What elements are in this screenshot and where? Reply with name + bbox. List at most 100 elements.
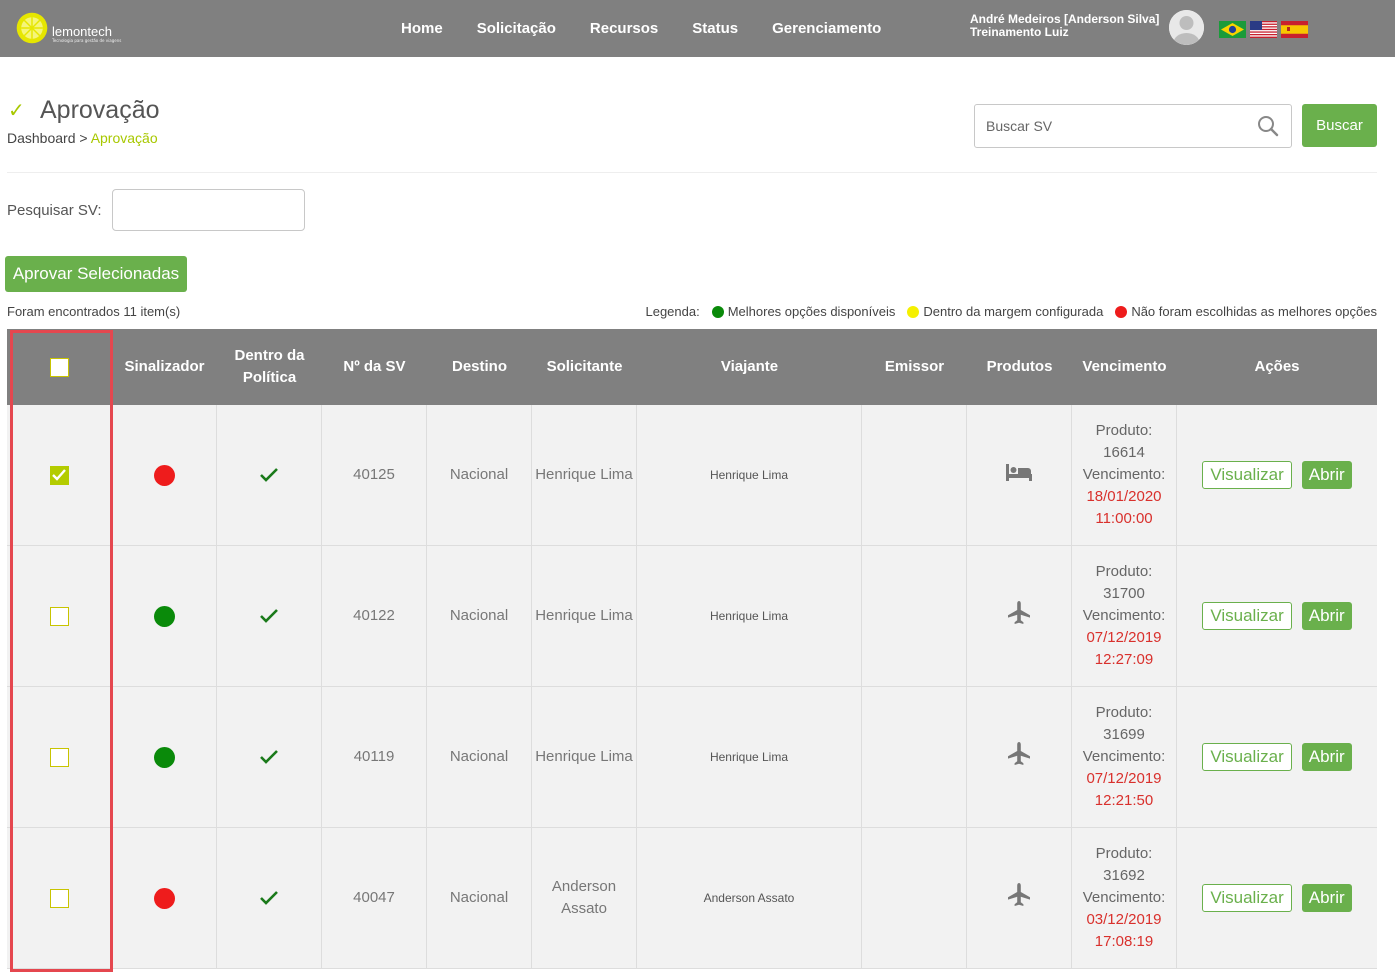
vencimento-time: 12:21:50: [1094, 792, 1154, 809]
sinalizador-cell: [112, 546, 217, 686]
row-checkbox[interactable]: [49, 747, 69, 767]
usa-flag-icon[interactable]: [1250, 21, 1277, 38]
vencimento-cell: Produto: 31692 Vencimento: 03/12/2019 17…: [1072, 828, 1177, 968]
bed-icon: [1005, 462, 1033, 489]
produto-label: Produto:: [1095, 422, 1153, 439]
header-emissor[interactable]: Emissor: [862, 329, 967, 405]
vencimento-time: 12:27:09: [1094, 651, 1154, 668]
produto-number: 31699: [1103, 726, 1145, 743]
sv-number[interactable]: 40047: [322, 828, 427, 968]
select-cell: [7, 405, 112, 545]
row-checkbox[interactable]: [49, 606, 69, 626]
plane-icon: [1006, 600, 1032, 633]
main-nav: Home Solicitação Recursos Status Gerenci…: [384, 0, 898, 57]
breadcrumb-separator: >: [75, 130, 91, 146]
header-numero-sv[interactable]: Nº da SV: [322, 329, 427, 405]
user-org: Treinamento Luiz: [970, 25, 1069, 39]
table-row[interactable]: 40125 Nacional Henrique Lima Henrique Li…: [7, 405, 1377, 546]
legend-red-label: Não foram escolhidas as melhores opções: [1131, 304, 1377, 319]
politica-cell: [217, 405, 322, 545]
viajante-cell: Henrique Lima: [637, 687, 862, 827]
sinalizador-cell: [112, 687, 217, 827]
visualizar-button[interactable]: Visualizar: [1202, 743, 1292, 771]
nav-solicitacao[interactable]: Solicitação: [477, 20, 556, 37]
produto-number: 31700: [1103, 585, 1145, 602]
politica-cell: [217, 687, 322, 827]
table-row[interactable]: 40122 Nacional Henrique Lima Henrique Li…: [7, 546, 1377, 687]
header-destino[interactable]: Destino: [427, 329, 532, 405]
vencimento-date: 18/01/2020: [1086, 488, 1162, 505]
user-info[interactable]: André Medeiros [Anderson Silva] Treiname…: [970, 13, 1159, 39]
visualizar-button[interactable]: Visualizar: [1202, 461, 1292, 489]
row-checkbox[interactable]: [49, 465, 69, 485]
approve-selected-button[interactable]: Aprovar Selecionadas: [5, 256, 187, 292]
header-solicitante[interactable]: Solicitante: [532, 329, 637, 405]
produtos-cell: [967, 405, 1072, 545]
table-row[interactable]: 40047 Nacional Anderson Assato Anderson …: [7, 828, 1377, 969]
destino-cell: Nacional: [427, 828, 532, 968]
brazil-flag-icon[interactable]: [1219, 21, 1246, 38]
destino-cell: Nacional: [427, 546, 532, 686]
vencimento-label: Vencimento:: [1082, 607, 1166, 624]
top-bar: lemontech Tecnologia para gestão de viag…: [0, 0, 1395, 57]
table-body: 40125 Nacional Henrique Lima Henrique Li…: [7, 405, 1377, 969]
produtos-cell: [967, 828, 1072, 968]
abrir-button[interactable]: Abrir: [1301, 602, 1352, 630]
header-dentro-politica[interactable]: Dentro da Política: [217, 329, 322, 405]
select-cell: [7, 828, 112, 968]
breadcrumb-dashboard[interactable]: Dashboard: [7, 130, 76, 146]
abrir-button[interactable]: Abrir: [1301, 461, 1352, 489]
nav-gerenciamento[interactable]: Gerenciamento: [772, 20, 881, 37]
search-icon[interactable]: [1257, 115, 1279, 137]
table-row[interactable]: 40119 Nacional Henrique Lima Henrique Li…: [7, 687, 1377, 828]
emissor-cell: [862, 546, 967, 686]
header-produtos[interactable]: Produtos: [967, 329, 1072, 405]
vencimento-cell: Produto: 31700 Vencimento: 07/12/2019 12…: [1072, 546, 1177, 686]
buscar-button[interactable]: Buscar: [1302, 104, 1377, 147]
vencimento-cell: Produto: 31699 Vencimento: 07/12/2019 12…: [1072, 687, 1177, 827]
vencimento-label: Vencimento:: [1082, 748, 1166, 765]
abrir-button[interactable]: Abrir: [1301, 884, 1352, 912]
breadcrumb: Dashboard > Aprovação: [7, 130, 158, 146]
nav-recursos[interactable]: Recursos: [590, 20, 658, 37]
sv-number[interactable]: 40119: [322, 687, 427, 827]
legend-green-label: Melhores opções disponíveis: [727, 304, 896, 319]
header-viajante[interactable]: Viajante: [637, 329, 862, 405]
pesquisar-sv-input[interactable]: [112, 189, 305, 231]
visualizar-button[interactable]: Visualizar: [1202, 602, 1292, 630]
select-all-checkbox[interactable]: [50, 357, 69, 377]
spain-flag-icon[interactable]: [1281, 21, 1308, 38]
header-sinalizador[interactable]: Sinalizador: [112, 329, 217, 405]
nav-home[interactable]: Home: [401, 20, 443, 37]
avatar[interactable]: [1169, 10, 1204, 45]
sinalizador-cell: [112, 405, 217, 545]
sv-number[interactable]: 40125: [322, 405, 427, 545]
produto-label: Produto:: [1095, 845, 1153, 862]
acoes-cell: Visualizar Abrir: [1177, 405, 1377, 545]
sinalizador-cell: [112, 828, 217, 968]
row-checkbox[interactable]: [49, 888, 69, 908]
user-avatar-icon: [1169, 10, 1204, 45]
select-cell: [7, 546, 112, 686]
abrir-button[interactable]: Abrir: [1301, 743, 1352, 771]
produto-label: Produto:: [1095, 704, 1153, 721]
politica-cell: [217, 546, 322, 686]
vencimento-date: 07/12/2019: [1086, 629, 1162, 646]
header-acoes: Ações: [1254, 358, 1300, 375]
select-cell: [7, 687, 112, 827]
solicitante-cell: Henrique Lima: [532, 546, 637, 686]
breadcrumb-current: Aprovação: [90, 130, 158, 146]
header-vencimento[interactable]: Vencimento: [1072, 329, 1177, 405]
policy-check-icon: [260, 468, 278, 482]
acoes-cell: Visualizar Abrir: [1177, 546, 1377, 686]
sv-number[interactable]: 40122: [322, 546, 427, 686]
lemontech-logo[interactable]: lemontech Tecnologia para gestão de viag…: [14, 8, 124, 48]
visualizar-button[interactable]: Visualizar: [1202, 884, 1292, 912]
search-sv-input[interactable]: [975, 105, 1245, 147]
vencimento-date: 07/12/2019: [1086, 770, 1162, 787]
solicitante-cell: Henrique Lima: [532, 405, 637, 545]
vencimento-time: 17:08:19: [1094, 933, 1154, 950]
produtos-cell: [967, 546, 1072, 686]
nav-status[interactable]: Status: [692, 20, 738, 37]
produto-label: Produto:: [1095, 563, 1153, 580]
